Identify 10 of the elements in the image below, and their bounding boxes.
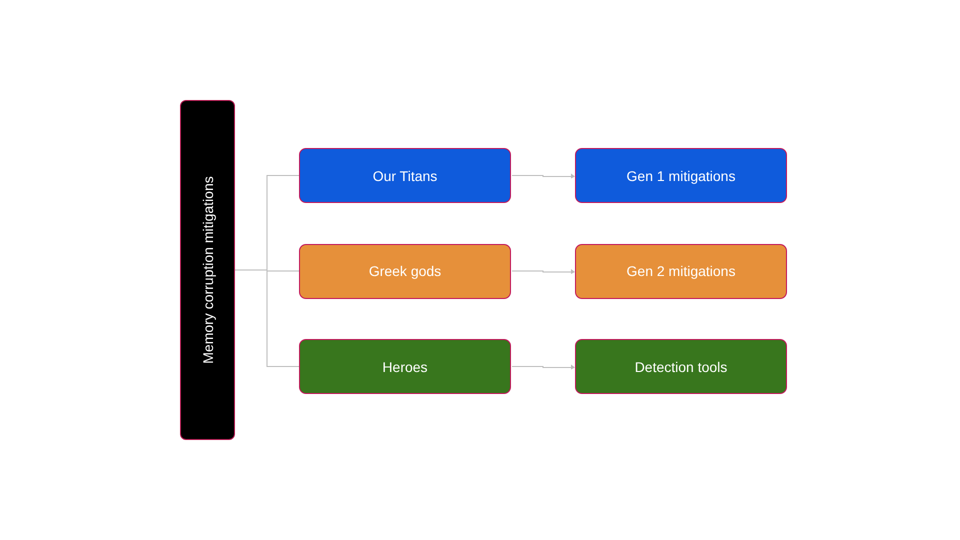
result-node: Gen 1 mitigations <box>575 148 787 203</box>
category-node: Heroes <box>299 339 511 394</box>
result-node: Gen 2 mitigations <box>575 244 787 298</box>
category-node: Greek gods <box>299 244 511 298</box>
arrow <box>512 269 575 274</box>
arrow <box>512 174 575 178</box>
root-label: Memory corruption mitigations <box>200 176 216 364</box>
category-node: Our Titans <box>299 148 511 203</box>
result-node: Detection tools <box>575 339 787 394</box>
arrow <box>512 364 575 370</box>
